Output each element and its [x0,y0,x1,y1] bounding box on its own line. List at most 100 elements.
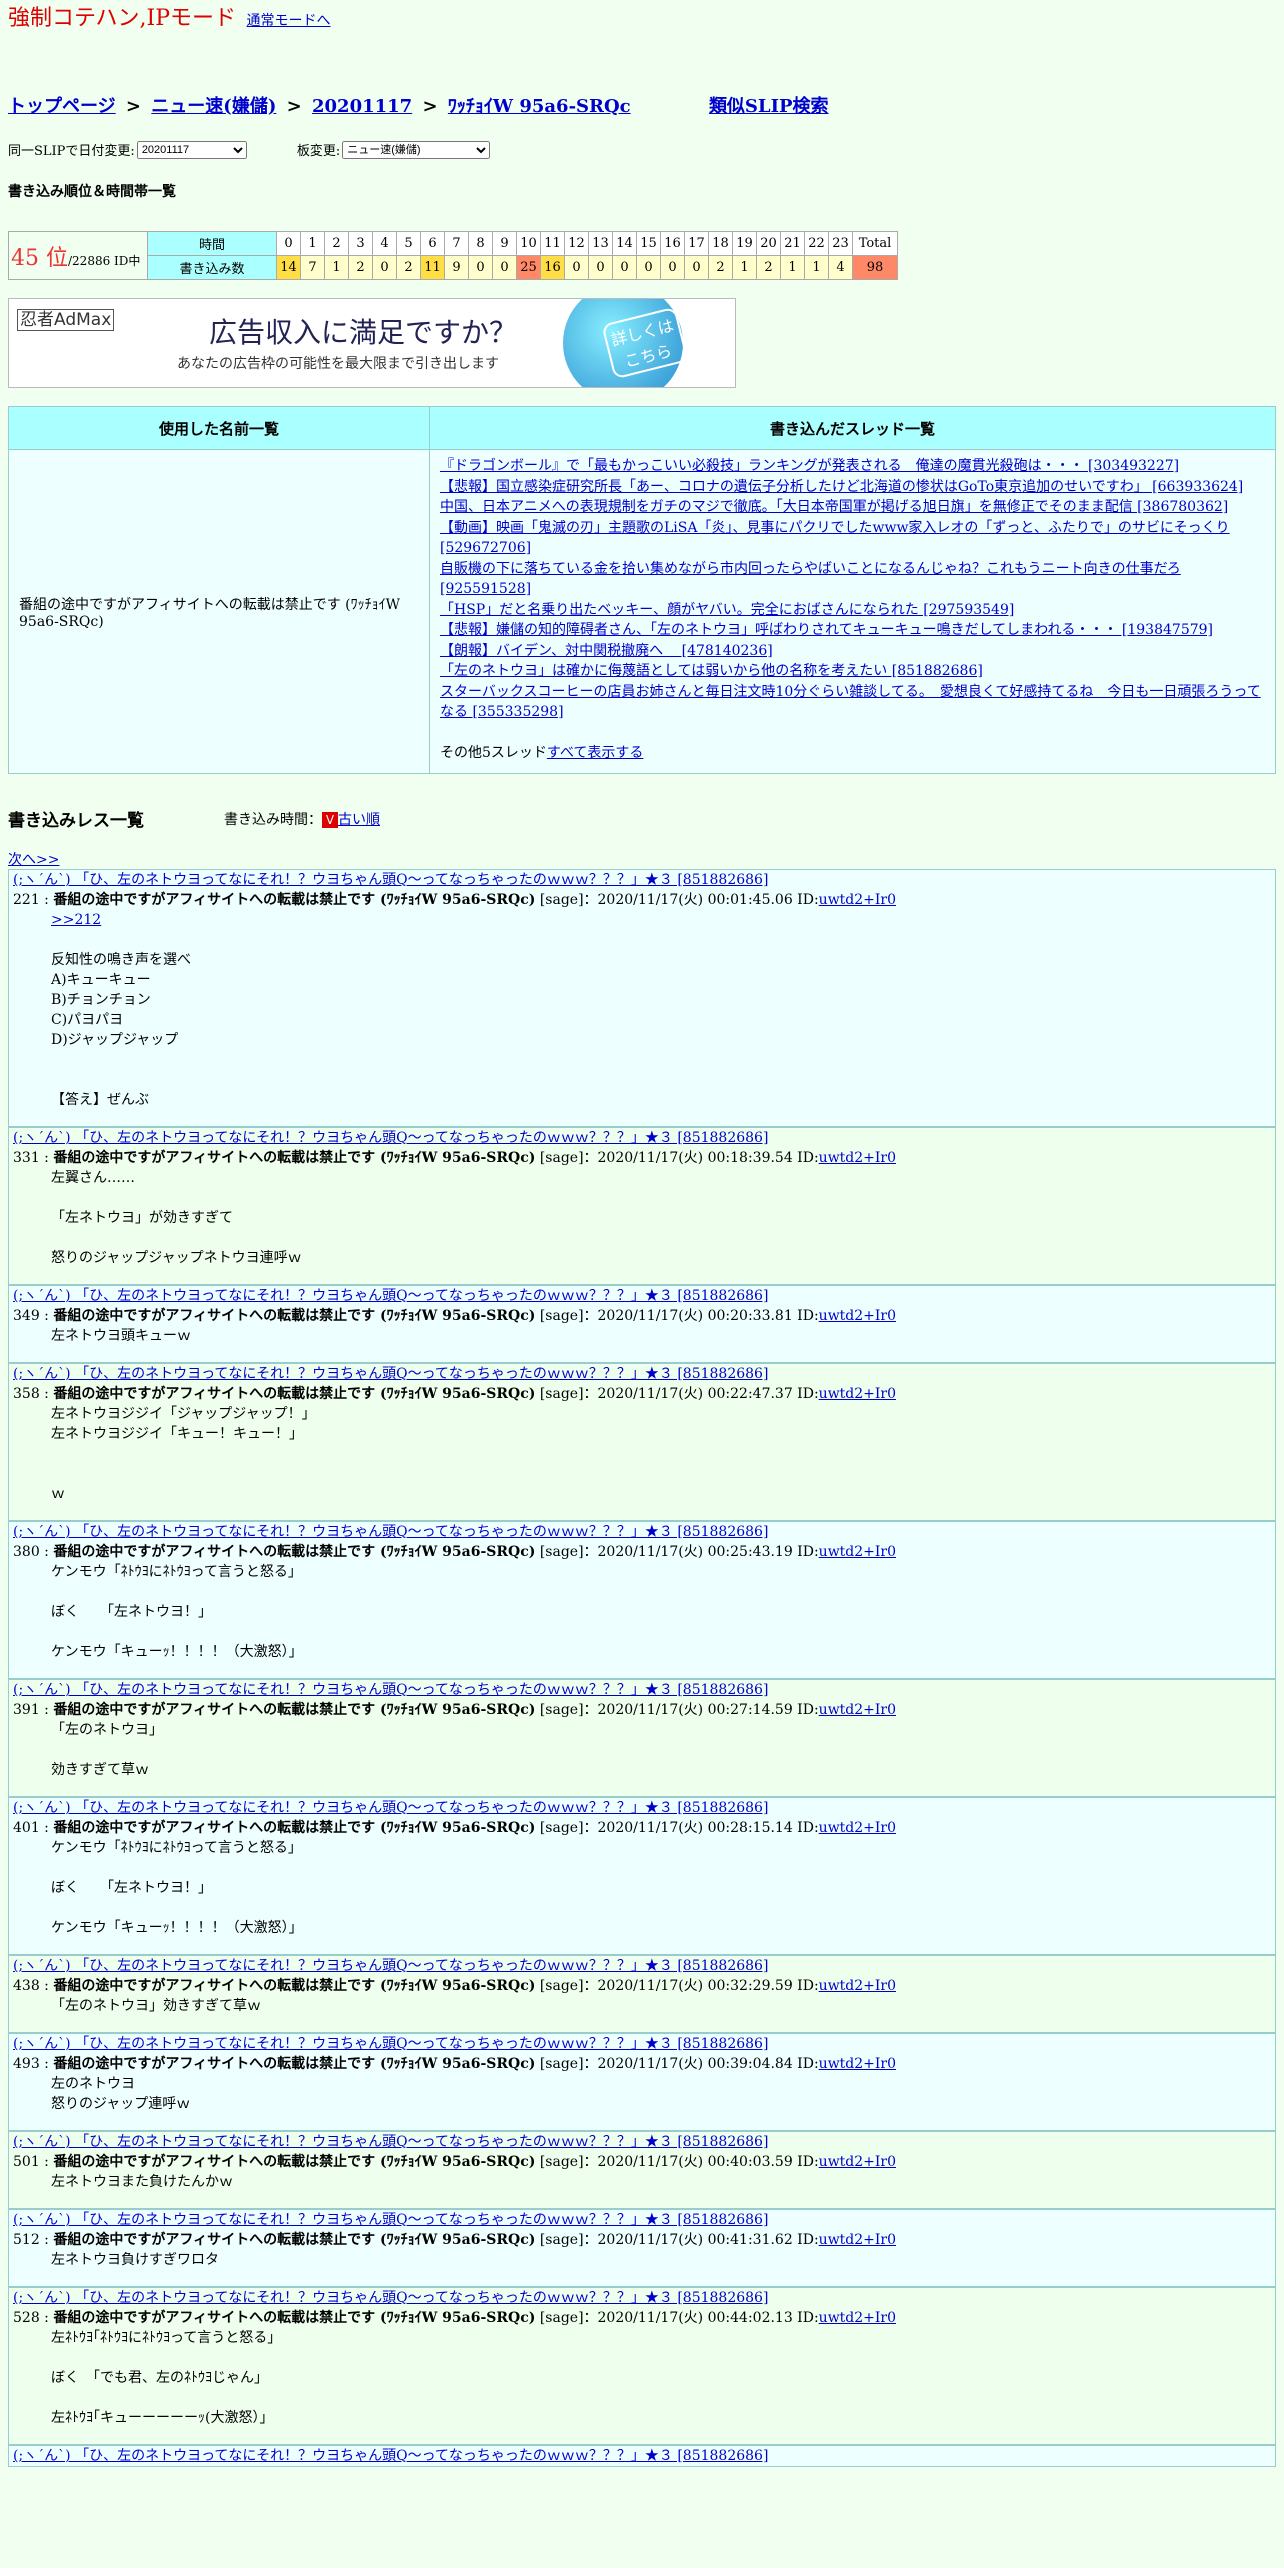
count-label: 書き込み数 [147,255,277,280]
post-number: 512 [13,2232,40,2248]
count-cell: 0 [660,255,685,280]
hour-cell: 22 [804,231,829,256]
more-threads-text: その他5スレッド [440,744,547,761]
total-count: 98 [852,255,898,280]
post-thread-link[interactable]: (;ヽ´ん`) 「ひ、左のネトウヨってなにそれ！？ウヨちゃん頭Q～ってなっちゃっ… [9,1364,1275,1384]
posts-title: 書き込みレス一覧 [8,811,144,831]
post-id-link[interactable]: uwtd2+Ir0 [819,1978,896,1994]
count-cell: 0 [468,255,493,280]
thread-link[interactable]: 自販機の下に落ちている金を拾い集めながら市内回ったらやばいことになるんじゃね？こ… [440,561,1181,598]
post-id-link[interactable]: uwtd2+Ir0 [819,2056,896,2072]
show-all-threads-link[interactable]: すべて表示する [547,745,643,761]
post-id-link[interactable]: uwtd2+Ir0 [819,2310,896,2326]
post-date: [sage]：2020/11/17(火) 00:32:29.59 ID: [539,1978,819,1994]
hour-cell: 0 [276,231,301,256]
post-thread-link[interactable]: (;ヽ´ん`) 「ひ、左のネトウヨってなにそれ！？ウヨちゃん頭Q～ってなっちゃっ… [9,1798,1275,1818]
thread-link[interactable]: 【朗報】バイデン、対中関税撤廃へ [478140236] [440,643,773,659]
next-page-link[interactable]: 次へ>> [8,849,1276,869]
post-id-link[interactable]: uwtd2+Ir0 [819,1150,896,1166]
post-meta: 501 : 番組の途中ですがアフィサイトへの転載は禁止です (ﾜｯﾁｮｲW 95… [13,2154,897,2170]
sort-oldest-link[interactable]: 古い順 [338,812,380,828]
similar-slip-search-link[interactable]: 類似SLIP検索 [709,96,829,117]
mode-bar: 強制コテハン,IPモード 通常モードへ [8,0,1276,40]
hour-cell: 16 [660,231,685,256]
thread-link[interactable]: 中国、日本アニメへの表現規制をガチのマジで徹底。「大日本帝国軍が掲げる旭日旗」を… [440,499,1228,515]
breadcrumb-slip[interactable]: ﾜｯﾁｮｲW 95a6-SRQc [448,96,631,117]
post-thread-link[interactable]: (;ヽ´ん`) 「ひ、左のネトウヨってなにそれ！？ウヨちゃん頭Q～ってなっちゃっ… [9,2034,1275,2054]
post-id-link[interactable]: uwtd2+Ir0 [819,1386,896,1402]
post-id-link[interactable]: uwtd2+Ir0 [819,2232,896,2248]
breadcrumb-board[interactable]: ニュー速(嫌儲) [151,96,276,117]
ad-banner[interactable]: 忍者AdMax 広告収入に満足ですか？ あなたの広告枠の可能性を最大限まで引き出… [8,298,736,388]
post-meta: 380 : 番組の途中ですがアフィサイトへの転載は禁止です (ﾜｯﾁｮｲW 95… [13,1544,897,1560]
time-label: 時間 [147,231,277,256]
reply-anchor-link[interactable]: >>212 [51,912,101,928]
post-date: [sage]：2020/11/17(火) 00:20:33.81 ID: [539,1308,819,1324]
post-thread-link[interactable]: (;ヽ´ん`) 「ひ、左のネトウヨってなにそれ！？ウヨちゃん頭Q～ってなっちゃっ… [9,2446,1275,2466]
post-number: 391 [13,1702,40,1718]
post-id-link[interactable]: uwtd2+Ir0 [819,1308,896,1324]
hour-cell: 8 [468,231,493,256]
post-author: 番組の途中ですがアフィサイトへの転載は禁止です (ﾜｯﾁｮｲW 95a6-SRQ… [53,1150,536,1166]
post-author: 番組の途中ですがアフィサイトへの転載は禁止です (ﾜｯﾁｮｲW 95a6-SRQ… [53,2056,536,2072]
post-thread-link[interactable]: (;ヽ´ん`) 「ひ、左のネトウヨってなにそれ！？ウヨちゃん頭Q～ってなっちゃっ… [9,2132,1275,2152]
post-thread-link[interactable]: (;ヽ´ん`) 「ひ、左のネトウヨってなにそれ！？ウヨちゃん頭Q～ってなっちゃっ… [9,1522,1275,1542]
thread-link[interactable]: 【動画】映画「鬼滅の刃」主題歌のLiSA「炎」、見事にパクリでしたwww家入レオ… [440,520,1230,557]
select-bar: 同一SLIPで日付変更: 20201117 板変更: ニュー速(嫌儲) [8,140,1276,159]
more-threads: その他5スレッドすべて表示する [440,743,1267,764]
post-thread-link[interactable]: (;ヽ´ん`) 「ひ、左のネトウヨってなにそれ！？ウヨちゃん頭Q～ってなっちゃっ… [9,2288,1275,2308]
hour-cell: 4 [372,231,397,256]
count-cell: 1 [324,255,349,280]
hour-cell: 1 [300,231,325,256]
post-author: 番組の途中ですがアフィサイトへの転載は禁止です (ﾜｯﾁｮｲW 95a6-SRQ… [53,1544,536,1560]
post: (;ヽ´ん`) 「ひ、左のネトウヨってなにそれ！？ウヨちゃん頭Q～ってなっちゃっ… [8,2209,1276,2287]
count-cell: 16 [540,255,565,280]
breadcrumb-date[interactable]: 20201117 [312,96,412,117]
date-select[interactable]: 20201117 [136,140,247,159]
count-cell: 0 [588,255,613,280]
post-body: 左ネトウヨジジイ「ジャップジャップ！」 左ネトウヨジジイ「キュー！キュー！」 ｗ [51,1406,316,1502]
thread-link[interactable]: 「HSP」だと名乗り出たベッキー、顔がヤバい。完全におばさんになられた [297… [440,602,1014,618]
hour-cell: 2 [324,231,349,256]
post-meta: 221 : 番組の途中ですがアフィサイトへの転載は禁止です (ﾜｯﾁｮｲW 95… [13,892,897,908]
rank-table: 45 位/22886 ID中 時間 0 1 2 3 4 5 6 7 8 9 10 11 12 13 14 15… [8,231,898,280]
post-thread-link[interactable]: (;ヽ´ん`) 「ひ、左のネトウヨってなにそれ！？ウヨちゃん頭Q～ってなっちゃっ… [9,2210,1275,2230]
thread-link[interactable]: スターバックスコーヒーの店員お姉さんと毎日注文時10分ぐらい雑談してる。 愛想良… [440,684,1261,721]
post-thread-link[interactable]: (;ヽ´ん`) 「ひ、左のネトウヨってなにそれ！？ウヨちゃん頭Q～ってなっちゃっ… [9,1956,1275,1976]
post-author: 番組の途中ですがアフィサイトへの転載は禁止です (ﾜｯﾁｮｲW 95a6-SRQ… [53,1702,536,1718]
hour-cell: 3 [348,231,373,256]
post-thread-link[interactable]: (;ヽ´ん`) 「ひ、左のネトウヨってなにそれ！？ウヨちゃん頭Q～ってなっちゃっ… [9,1128,1275,1148]
thread-link[interactable]: 【悲報】国立感染症研究所長「あー、コロナの遺伝子分析したけど北海道の惨状はGoT… [440,479,1243,495]
board-select[interactable]: ニュー速(嫌儲) [342,140,491,159]
thread-link[interactable]: 「左のネトウヨ」は確かに侮蔑語としては弱いから他の名称を考えたい [851882… [440,663,983,679]
posts-header: 書き込みレス一覧 書き込み時間： V 古い順 [8,806,1276,831]
count-cell: 9 [444,255,469,280]
post-id-link[interactable]: uwtd2+Ir0 [819,2154,896,2170]
hour-cell: 13 [588,231,613,256]
post-id-link[interactable]: uwtd2+Ir0 [819,892,896,908]
ad-subtext: あなたの広告枠の可能性を最大限まで引き出します [177,356,499,372]
post-number: 349 [13,1308,40,1324]
count-cell: 0 [636,255,661,280]
post-id-link[interactable]: uwtd2+Ir0 [819,1544,896,1560]
breadcrumb-top[interactable]: トップページ [8,96,116,117]
count-cell: 0 [564,255,589,280]
post-thread-link[interactable]: (;ヽ´ん`) 「ひ、左のネトウヨってなにそれ！？ウヨちゃん頭Q～ってなっちゃっ… [9,1286,1275,1306]
count-cell: 1 [780,255,805,280]
post-id-link[interactable]: uwtd2+Ir0 [819,1702,896,1718]
hour-cell: 9 [492,231,517,256]
count-cell: 0 [612,255,637,280]
normal-mode-link[interactable]: 通常モードへ [247,13,331,29]
post-id-link[interactable]: uwtd2+Ir0 [819,1820,896,1836]
post-thread-link[interactable]: (;ヽ´ん`) 「ひ、左のネトウヨってなにそれ！？ウヨちゃん頭Q～ってなっちゃっ… [9,870,1275,890]
post-body: 反知性の鳴き声を選べ A)キューキュー B)チョンチョン C)パヨパヨ D)ジャ… [51,952,191,1108]
count-cell: 2 [708,255,733,280]
post-meta: 358 : 番組の途中ですがアフィサイトへの転載は禁止です (ﾜｯﾁｮｲW 95… [13,1386,897,1402]
post-thread-link[interactable]: (;ヽ´ん`) 「ひ、左のネトウヨってなにそれ！？ウヨちゃん頭Q～ってなっちゃっ… [9,1680,1275,1700]
thread-link[interactable]: 【悲報】嫌儲の知的障碍者さん、「左のネトウヨ」呼ばわりされてキューキュー鳴きだし… [440,622,1213,638]
overview-table: 使用した名前一覧 書き込んだスレッド一覧 番組の途中ですがアフィサイトへの転載は… [8,406,1276,774]
post-date: [sage]：2020/11/17(火) 00:39:04.84 ID: [539,2056,819,2072]
post-body: ケンモウ「ﾈﾄｳﾖにﾈﾄｳﾖって言うと怒る」 ぼく 「左ネトウヨ！」 ケンモウ「… [51,1840,303,1936]
count-cell: 2 [396,255,421,280]
thread-link[interactable]: 『ドラゴンボール』で「最もかっこいい必殺技」ランキングが発表される 俺達の魔貫光… [440,458,1179,474]
